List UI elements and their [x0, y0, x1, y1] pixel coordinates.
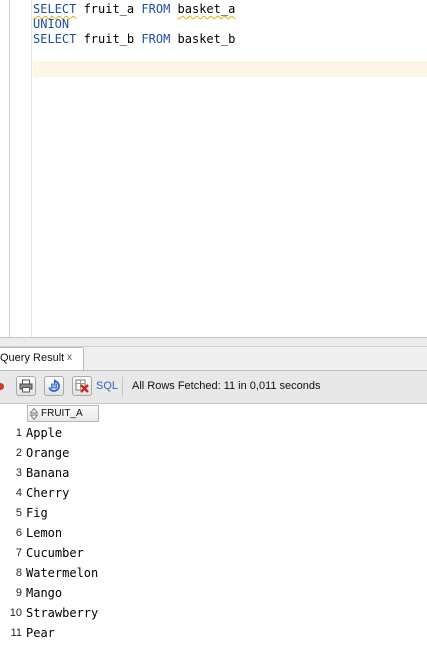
- row-number: 9: [15, 587, 22, 599]
- current-line-highlight: [33, 61, 427, 77]
- cell-value[interactable]: Cucumber: [26, 546, 84, 560]
- cell-value[interactable]: Orange: [26, 446, 69, 460]
- keyword-union: UNION: [33, 17, 70, 31]
- table-name: basket_b: [177, 32, 236, 46]
- cell-value[interactable]: Banana: [26, 466, 69, 480]
- table-row[interactable]: 11 Pear: [0, 624, 427, 644]
- table-row[interactable]: 2 Orange: [0, 444, 427, 464]
- column-header-fruit-a[interactable]: FRUIT_A: [27, 405, 99, 422]
- refresh-button[interactable]: [44, 376, 64, 396]
- cell-value[interactable]: Mango: [26, 586, 62, 600]
- table-row[interactable]: 8 Watermelon: [0, 564, 427, 584]
- pin-icon[interactable]: [0, 383, 4, 390]
- column-name: fruit_b: [76, 32, 142, 46]
- cell-value[interactable]: Cherry: [26, 486, 69, 500]
- row-number: 1: [15, 427, 22, 439]
- cell-value[interactable]: Strawberry: [26, 606, 98, 620]
- table-row[interactable]: 6 Lemon: [0, 524, 427, 544]
- keyword-from: FROM: [141, 32, 171, 46]
- delete-icon: [75, 379, 89, 393]
- table-row[interactable]: 10 Strawberry: [0, 604, 427, 624]
- result-tabbar: Query Result x: [0, 347, 427, 371]
- code-line-1[interactable]: SELECT fruit_a FROM basket_a: [33, 2, 235, 17]
- code-line-3[interactable]: SELECT fruit_b FROM basket_b: [33, 32, 235, 47]
- keyword-select: SELECT: [33, 32, 77, 46]
- sql-editor[interactable]: SELECT fruit_a FROM basket_a UNION SELEC…: [0, 0, 427, 338]
- editor-gutter: [0, 0, 10, 338]
- tab-label: Query Result: [0, 352, 65, 364]
- row-number: 7: [15, 547, 22, 559]
- delete-button[interactable]: [72, 376, 92, 396]
- sort-icon[interactable]: [30, 408, 38, 420]
- fold-margin: [31, 0, 32, 338]
- column-name: fruit_a: [76, 2, 142, 16]
- cell-value[interactable]: Apple: [26, 426, 62, 440]
- row-number: 10: [9, 607, 22, 619]
- cell-value[interactable]: Lemon: [26, 526, 62, 540]
- table-row[interactable]: 3 Banana: [0, 464, 427, 484]
- table-row[interactable]: 7 Cucumber: [0, 544, 427, 564]
- fetch-status: All Rows Fetched: 11 in 0,011 seconds: [132, 380, 321, 392]
- row-number: 8: [15, 567, 22, 579]
- table-row[interactable]: 9 Mango: [0, 584, 427, 604]
- table-row[interactable]: 5 Fig: [0, 504, 427, 524]
- print-button[interactable]: [16, 376, 36, 396]
- row-number: 3: [15, 467, 22, 479]
- tab-query-result[interactable]: Query Result x: [0, 347, 84, 370]
- cell-value[interactable]: Pear: [26, 626, 55, 640]
- row-number: 6: [15, 527, 22, 539]
- cell-value[interactable]: Fig: [26, 506, 48, 520]
- result-toolbar: SQL All Rows Fetched: 11 in 0,011 second…: [0, 371, 427, 404]
- refresh-icon: [48, 379, 60, 392]
- row-number: 2: [15, 447, 22, 459]
- row-number: 5: [15, 507, 22, 519]
- print-icon: [19, 379, 33, 393]
- table-row[interactable]: 1 Apple: [0, 424, 427, 444]
- column-header-label: FRUIT_A: [41, 408, 83, 419]
- row-number: 4: [15, 487, 22, 499]
- panel-splitter[interactable]: [0, 338, 427, 347]
- sql-developer-window: SELECT fruit_a FROM basket_a UNION SELEC…: [0, 0, 427, 652]
- table-row[interactable]: 4 Cherry: [0, 484, 427, 504]
- close-icon[interactable]: x: [67, 352, 72, 363]
- keyword-select: SELECT: [33, 2, 77, 16]
- row-number: 11: [10, 627, 22, 639]
- result-grid: FRUIT_A 1 Apple 2 Orange 3 Banana 4 Cherry 5…: [0, 404, 427, 652]
- code-line-2[interactable]: UNION: [33, 17, 69, 32]
- sql-button[interactable]: SQL: [96, 380, 118, 392]
- cell-value[interactable]: Watermelon: [26, 566, 98, 580]
- table-name: basket_a: [177, 2, 236, 16]
- toolbar-separator: [122, 377, 123, 397]
- keyword-from: FROM: [141, 2, 171, 16]
